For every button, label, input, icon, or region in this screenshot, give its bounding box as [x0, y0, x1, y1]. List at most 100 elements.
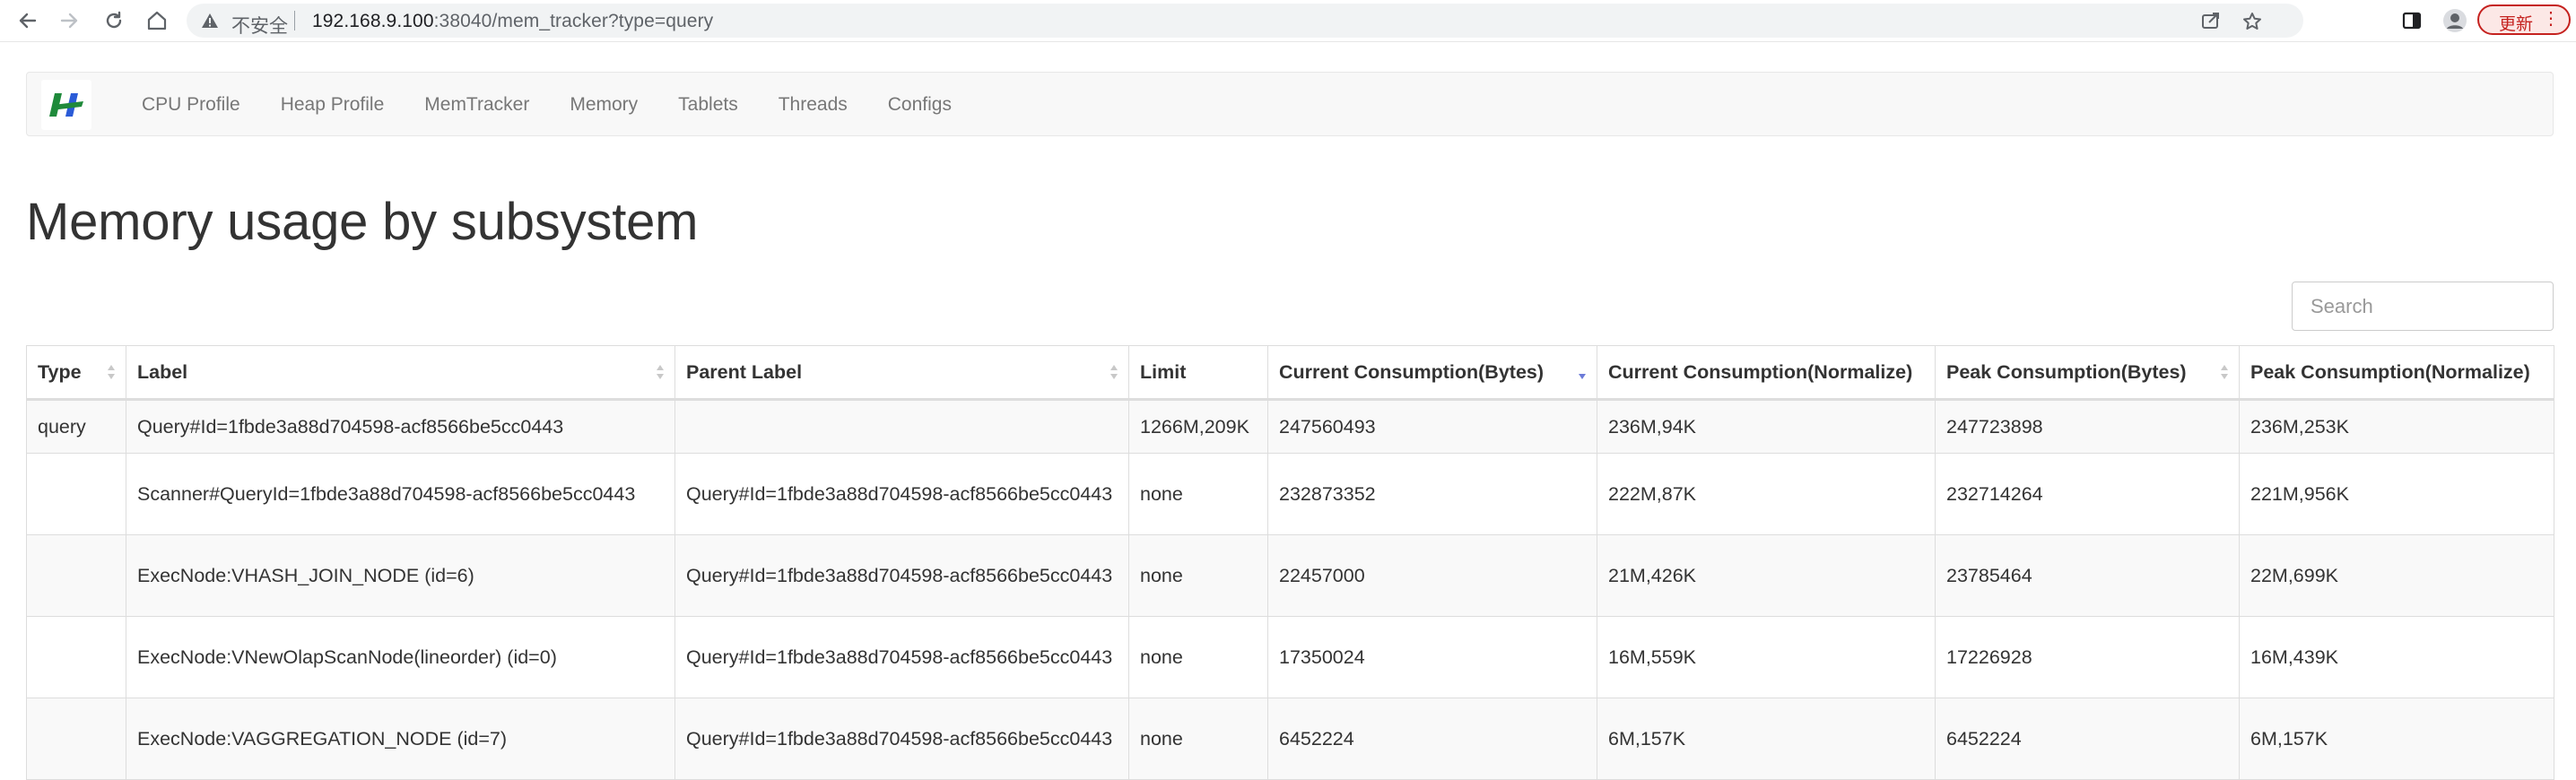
- nav-memory[interactable]: Memory: [570, 94, 638, 116]
- cell-label: ExecNode:VAGGREGATION_NODE (id=7): [126, 698, 675, 780]
- home-icon[interactable]: [142, 5, 172, 36]
- cell-current-bytes: 6452224: [1267, 698, 1597, 780]
- col-label: Label: [137, 360, 188, 383]
- nav-heap-profile[interactable]: Heap Profile: [281, 94, 385, 116]
- cell-limit: none: [1128, 698, 1268, 780]
- col-header-type[interactable]: Type: [26, 345, 126, 401]
- col-header-current-normalize[interactable]: Current Consumption(Normalize): [1597, 345, 1936, 401]
- cell-limit: none: [1128, 616, 1268, 698]
- url-path: :38040/mem_tracker?type=query: [433, 11, 714, 31]
- nav-threads[interactable]: Threads: [779, 94, 848, 116]
- logo-icon: [49, 93, 83, 117]
- nav-links: CPU Profile Heap Profile MemTracker Memo…: [142, 73, 992, 137]
- table-row: ExecNode:VHASH_JOIN_NODE (id=6) Query#Id…: [26, 534, 2554, 617]
- cell-type: [26, 616, 126, 698]
- update-label: 更新: [2499, 15, 2534, 34]
- cell-current-normalize: 6M,157K: [1597, 698, 1936, 780]
- cell-current-bytes: 17350024: [1267, 616, 1597, 698]
- cell-label: ExecNode:VHASH_JOIN_NODE (id=6): [126, 534, 675, 617]
- browser-toolbar: 不安全 192.168.9.100:38040/mem_tracker?type…: [0, 0, 2576, 42]
- cell-current-normalize: 222M,87K: [1597, 453, 1936, 535]
- brand-logo[interactable]: [41, 80, 91, 130]
- cell-current-normalize: 16M,559K: [1597, 616, 1936, 698]
- cell-current-bytes: 22457000: [1267, 534, 1597, 617]
- bookmark-star-icon[interactable]: [2242, 12, 2262, 31]
- cell-parent-label: [674, 399, 1129, 454]
- col-header-limit[interactable]: Limit: [1128, 345, 1268, 401]
- col-label: Current Consumption(Normalize): [1608, 360, 1913, 383]
- warning-icon[interactable]: [201, 13, 219, 29]
- top-navbar: CPU Profile Heap Profile MemTracker Memo…: [26, 72, 2554, 136]
- sort-icon: [657, 365, 664, 379]
- col-header-current-bytes[interactable]: Current Consumption(Bytes): [1267, 345, 1597, 401]
- cell-parent-label: Query#Id=1fbde3a88d704598-acf8566be5cc04…: [674, 616, 1129, 698]
- forward-icon[interactable]: [54, 5, 84, 36]
- memory-table: Type Label Parent Label Limit Current Co…: [26, 345, 2554, 780]
- cell-peak-normalize: 236M,253K: [2239, 399, 2554, 454]
- cell-label: Scanner#QueryId=1fbde3a88d704598-acf8566…: [126, 453, 675, 535]
- cell-current-bytes: 247560493: [1267, 399, 1597, 454]
- col-header-peak-bytes[interactable]: Peak Consumption(Bytes): [1935, 345, 2240, 401]
- table-row: Scanner#QueryId=1fbde3a88d704598-acf8566…: [26, 453, 2554, 535]
- nav-cpu-profile[interactable]: CPU Profile: [142, 94, 240, 116]
- cell-peak-normalize: 6M,157K: [2239, 698, 2554, 780]
- table-header-row: Type Label Parent Label Limit Current Co…: [26, 345, 2554, 401]
- cell-peak-bytes: 17226928: [1935, 616, 2240, 698]
- divider: [294, 11, 295, 30]
- reload-icon[interactable]: [99, 5, 129, 36]
- table-row: ExecNode:VNewOlapScanNode(lineorder) (id…: [26, 616, 2554, 698]
- sort-icon: [1110, 365, 1118, 379]
- cell-peak-normalize: 221M,956K: [2239, 453, 2554, 535]
- col-label: Peak Consumption(Normalize): [2250, 360, 2530, 383]
- col-header-parent-label[interactable]: Parent Label: [674, 345, 1129, 401]
- cell-peak-bytes: 23785464: [1935, 534, 2240, 617]
- col-header-peak-normalize[interactable]: Peak Consumption(Normalize): [2239, 345, 2554, 401]
- cell-type: [26, 534, 126, 617]
- nav-configs[interactable]: Configs: [888, 94, 952, 116]
- cell-type: [26, 698, 126, 780]
- nav-tablets[interactable]: Tablets: [678, 94, 738, 116]
- cell-current-normalize: 21M,426K: [1597, 534, 1936, 617]
- back-icon[interactable]: [13, 5, 43, 36]
- cell-peak-bytes: 232714264: [1935, 453, 2240, 535]
- cell-parent-label: Query#Id=1fbde3a88d704598-acf8566be5cc04…: [674, 453, 1129, 535]
- url-host: 192.168.9.100: [312, 11, 434, 31]
- col-label: Limit: [1140, 360, 1187, 383]
- col-label: Peak Consumption(Bytes): [1946, 360, 2187, 383]
- col-label: Current Consumption(Bytes): [1279, 360, 1545, 383]
- url-text: 192.168.9.100:38040/mem_tracker?type=que…: [312, 11, 713, 32]
- cell-peak-bytes: 247723898: [1935, 399, 2240, 454]
- sort-icon: [108, 365, 115, 379]
- cell-current-bytes: 232873352: [1267, 453, 1597, 535]
- cell-limit: none: [1128, 534, 1268, 617]
- col-label: Type: [38, 360, 82, 383]
- side-panel-icon[interactable]: [2397, 5, 2427, 36]
- table-row: query Query#Id=1fbde3a88d704598-acf8566b…: [26, 399, 2554, 454]
- col-label: Parent Label: [686, 360, 803, 383]
- cell-limit: none: [1128, 453, 1268, 535]
- nav-memtracker[interactable]: MemTracker: [424, 94, 529, 116]
- page-title: Memory usage by subsystem: [26, 193, 699, 251]
- cell-peak-normalize: 22M,699K: [2239, 534, 2554, 617]
- update-button[interactable]: 更新 ⋮: [2477, 4, 2571, 35]
- more-menu-icon[interactable]: ⋮: [2542, 10, 2560, 28]
- cell-limit: 1266M,209K: [1128, 399, 1268, 454]
- share-icon[interactable]: [2201, 12, 2221, 30]
- search-input[interactable]: [2292, 282, 2554, 331]
- cell-parent-label: Query#Id=1fbde3a88d704598-acf8566be5cc04…: [674, 698, 1129, 780]
- cell-type: query: [26, 399, 126, 454]
- col-header-label[interactable]: Label: [126, 345, 675, 401]
- insecure-label: 不安全: [231, 16, 288, 37]
- cell-label: ExecNode:VNewOlapScanNode(lineorder) (id…: [126, 616, 675, 698]
- cell-type: [26, 453, 126, 535]
- profile-avatar-icon[interactable]: [2440, 5, 2470, 36]
- cell-peak-normalize: 16M,439K: [2239, 616, 2554, 698]
- table-row: ExecNode:VAGGREGATION_NODE (id=7) Query#…: [26, 698, 2554, 780]
- sort-desc-icon: [1579, 374, 1586, 379]
- sort-icon: [2221, 365, 2228, 379]
- cell-current-normalize: 236M,94K: [1597, 399, 1936, 454]
- cell-label: Query#Id=1fbde3a88d704598-acf8566be5cc04…: [126, 399, 675, 454]
- address-bar[interactable]: 不安全 192.168.9.100:38040/mem_tracker?type…: [187, 4, 2303, 38]
- cell-parent-label: Query#Id=1fbde3a88d704598-acf8566be5cc04…: [674, 534, 1129, 617]
- cell-peak-bytes: 6452224: [1935, 698, 2240, 780]
